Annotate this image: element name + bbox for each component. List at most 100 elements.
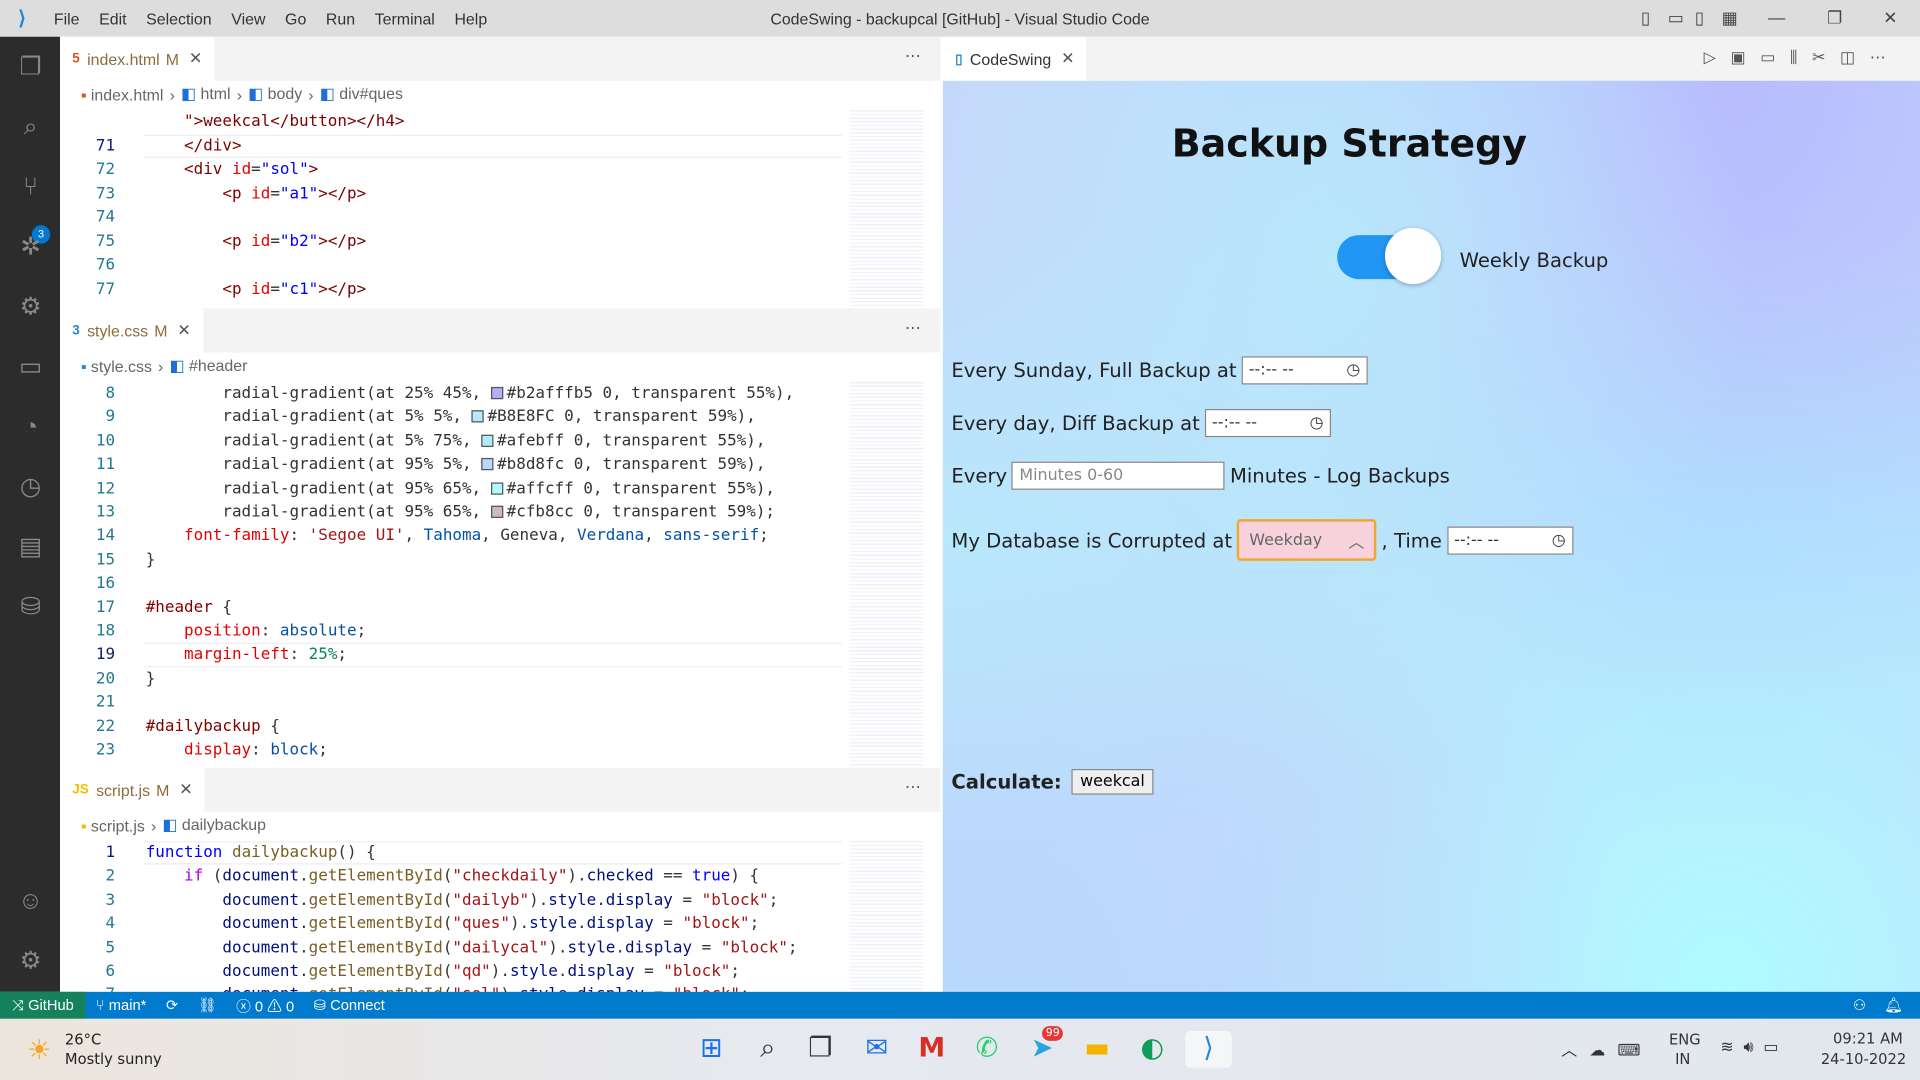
- problems-indicator[interactable]: ⓧ 0 ⚠ 0: [226, 995, 304, 1016]
- close-tab-icon[interactable]: ✕: [179, 780, 192, 800]
- breadcrumb-item[interactable]: ◧ dailybackup: [162, 816, 266, 836]
- menu-view[interactable]: View: [221, 9, 275, 27]
- weekcal-button[interactable]: weekcal: [1071, 768, 1154, 795]
- minutes-input[interactable]: Minutes 0-60: [1012, 461, 1226, 490]
- sidebar-toggle-icon[interactable]: ▯: [1695, 7, 1704, 28]
- code-token: ></p>: [318, 184, 367, 203]
- minimap[interactable]: [849, 107, 924, 309]
- code-editor[interactable]: 8 radial-gradient(at 25% 45%, #b2afffb5 …: [60, 379, 941, 768]
- code-token: #affcff 0, transparent 55%),: [506, 479, 776, 498]
- line-number: 1: [105, 843, 116, 863]
- layout-toggle-icon[interactable]: ▯: [1641, 7, 1650, 28]
- panel-toggle-icon[interactable]: ▭: [1668, 7, 1684, 28]
- close-tab-icon[interactable]: ✕: [1061, 49, 1074, 69]
- system-tray-icons[interactable]: ︿☁⌨: [1561, 1037, 1653, 1060]
- minimap[interactable]: [849, 379, 924, 768]
- close-tab-icon[interactable]: ✕: [189, 49, 202, 69]
- extensions-icon[interactable]: ⚙: [15, 291, 47, 323]
- corrupted-time-input[interactable]: --:-- -- ◷: [1446, 525, 1573, 555]
- breadcrumb-item[interactable]: ▪ script.js: [81, 816, 145, 834]
- code-editor[interactable]: 1 function dailybackup() {2 if (document.…: [60, 838, 941, 994]
- network-volume-battery-icons[interactable]: ≋🔊︎▭: [1720, 1038, 1788, 1056]
- breadcrumb-item[interactable]: ◧ div#ques: [320, 84, 403, 104]
- source-control-icon[interactable]: ⑂: [15, 171, 47, 203]
- customize-layout-icon[interactable]: ▦: [1722, 7, 1738, 28]
- more-actions-icon[interactable]: ⋯: [905, 318, 921, 338]
- sync-icon[interactable]: ⟳: [156, 997, 188, 1014]
- task-view-icon[interactable]: ❐: [802, 1031, 839, 1068]
- color-swatch[interactable]: [490, 505, 503, 518]
- account-icon[interactable]: ☺: [15, 885, 47, 917]
- search-icon[interactable]: ⌕: [15, 111, 47, 143]
- breadcrumb-item[interactable]: ◧ #header: [169, 356, 247, 376]
- menu-edit[interactable]: Edit: [89, 9, 136, 27]
- preview-toolbar-icons[interactable]: ▷▣▭⫼✂◫⋯: [1704, 48, 1901, 68]
- close-tab-icon[interactable]: ✕: [177, 321, 190, 341]
- menu-terminal[interactable]: Terminal: [365, 9, 445, 27]
- remote-indicator[interactable]: ⤨ GitHub: [0, 991, 87, 1019]
- remote-explorer-icon[interactable]: ▭: [15, 351, 47, 383]
- notebook-icon[interactable]: ▤: [15, 531, 47, 563]
- tab-style-css[interactable]: 3 style.css M ✕: [60, 308, 203, 353]
- menu-run[interactable]: Run: [316, 9, 365, 27]
- file-explorer-icon[interactable]: ▬: [1079, 1031, 1116, 1068]
- close-button[interactable]: ✕: [1883, 7, 1897, 28]
- language[interactable]: ENG: [1669, 1031, 1701, 1048]
- edge-icon[interactable]: ◐: [1134, 1031, 1171, 1068]
- temperature[interactable]: 26°C: [65, 1031, 101, 1048]
- live-share-icon[interactable]: ⛓: [188, 997, 226, 1014]
- tab-index-html[interactable]: 5 index.html M ✕: [60, 36, 215, 81]
- color-swatch[interactable]: [481, 458, 494, 471]
- vscode-taskbar-icon[interactable]: ⟩: [1185, 1031, 1232, 1068]
- color-swatch[interactable]: [490, 386, 503, 400]
- connect-button[interactable]: ⛁ Connect: [304, 997, 395, 1014]
- vscode-logo-icon: ⟩: [18, 8, 26, 30]
- menu-go[interactable]: Go: [275, 9, 316, 27]
- debug-icon[interactable]: ✲: [15, 231, 47, 263]
- accounts-icon[interactable]: ⚇: [1853, 997, 1866, 1014]
- restore-button[interactable]: ❐: [1827, 7, 1842, 28]
- full-backup-time-input[interactable]: --:-- -- ◷: [1241, 356, 1368, 385]
- color-swatch[interactable]: [490, 481, 503, 495]
- notifications-bell-icon[interactable]: 🔔︎: [1884, 997, 1903, 1014]
- more-actions-icon[interactable]: ⋯: [905, 47, 921, 67]
- breadcrumb-item[interactable]: ◧ html: [181, 84, 231, 104]
- code-token: "ques": [452, 914, 510, 934]
- start-icon[interactable]: ⊞: [693, 1031, 730, 1068]
- code-token: getElementById: [308, 938, 443, 958]
- menu-selection[interactable]: Selection: [136, 9, 221, 27]
- database-icon[interactable]: ⛁: [15, 591, 47, 623]
- breadcrumb-item[interactable]: ▪ style.css: [81, 357, 152, 375]
- whatsapp-icon[interactable]: ✆: [969, 1031, 1006, 1068]
- time-placeholder: --:-- --: [1454, 530, 1500, 550]
- minimap[interactable]: [849, 838, 924, 994]
- explorer-icon[interactable]: ❐: [15, 51, 47, 83]
- github-icon[interactable]: ◔: [15, 411, 47, 443]
- mail-icon[interactable]: ✉: [858, 1031, 895, 1068]
- breadcrumb-item[interactable]: ◧ body: [248, 84, 302, 104]
- weather-text[interactable]: Mostly sunny: [65, 1051, 162, 1068]
- color-swatch[interactable]: [471, 410, 484, 423]
- menu-help[interactable]: Help: [445, 9, 497, 27]
- weekday-select[interactable]: Weekday ︿: [1237, 519, 1377, 561]
- code-editor[interactable]: ">weekcal</button></h4> 71 </div> 72 <div …: [60, 107, 941, 309]
- clock-date[interactable]: 24-10-2022: [1821, 1051, 1906, 1068]
- more-actions-icon[interactable]: ⋯: [905, 778, 921, 798]
- breadcrumb-item[interactable]: ▪ index.html: [81, 85, 164, 103]
- tab-script-js[interactable]: JS script.js M ✕: [60, 767, 205, 812]
- minimize-button[interactable]: —: [1768, 7, 1785, 27]
- clock-time[interactable]: 09:21 AM: [1833, 1030, 1903, 1047]
- color-swatch[interactable]: [481, 434, 494, 447]
- taskbar-search-icon[interactable]: ⌕: [749, 1031, 786, 1068]
- diff-backup-time-input[interactable]: --:-- -- ◷: [1204, 408, 1331, 438]
- settings-gear-icon[interactable]: ⚙: [15, 945, 47, 977]
- branch-indicator[interactable]: ⑂ main*: [86, 997, 156, 1014]
- region[interactable]: IN: [1675, 1051, 1690, 1068]
- weekly-backup-toggle[interactable]: [1337, 227, 1442, 286]
- diff-backup-label: Every day, Diff Backup at: [951, 411, 1200, 435]
- gmail-icon[interactable]: M: [913, 1031, 950, 1068]
- tab-codeswing[interactable]: ▯ CodeSwing ✕: [942, 36, 1087, 81]
- code-token: <p: [222, 184, 252, 203]
- menu-file[interactable]: File: [44, 9, 89, 27]
- timeline-icon[interactable]: ◷: [15, 471, 47, 503]
